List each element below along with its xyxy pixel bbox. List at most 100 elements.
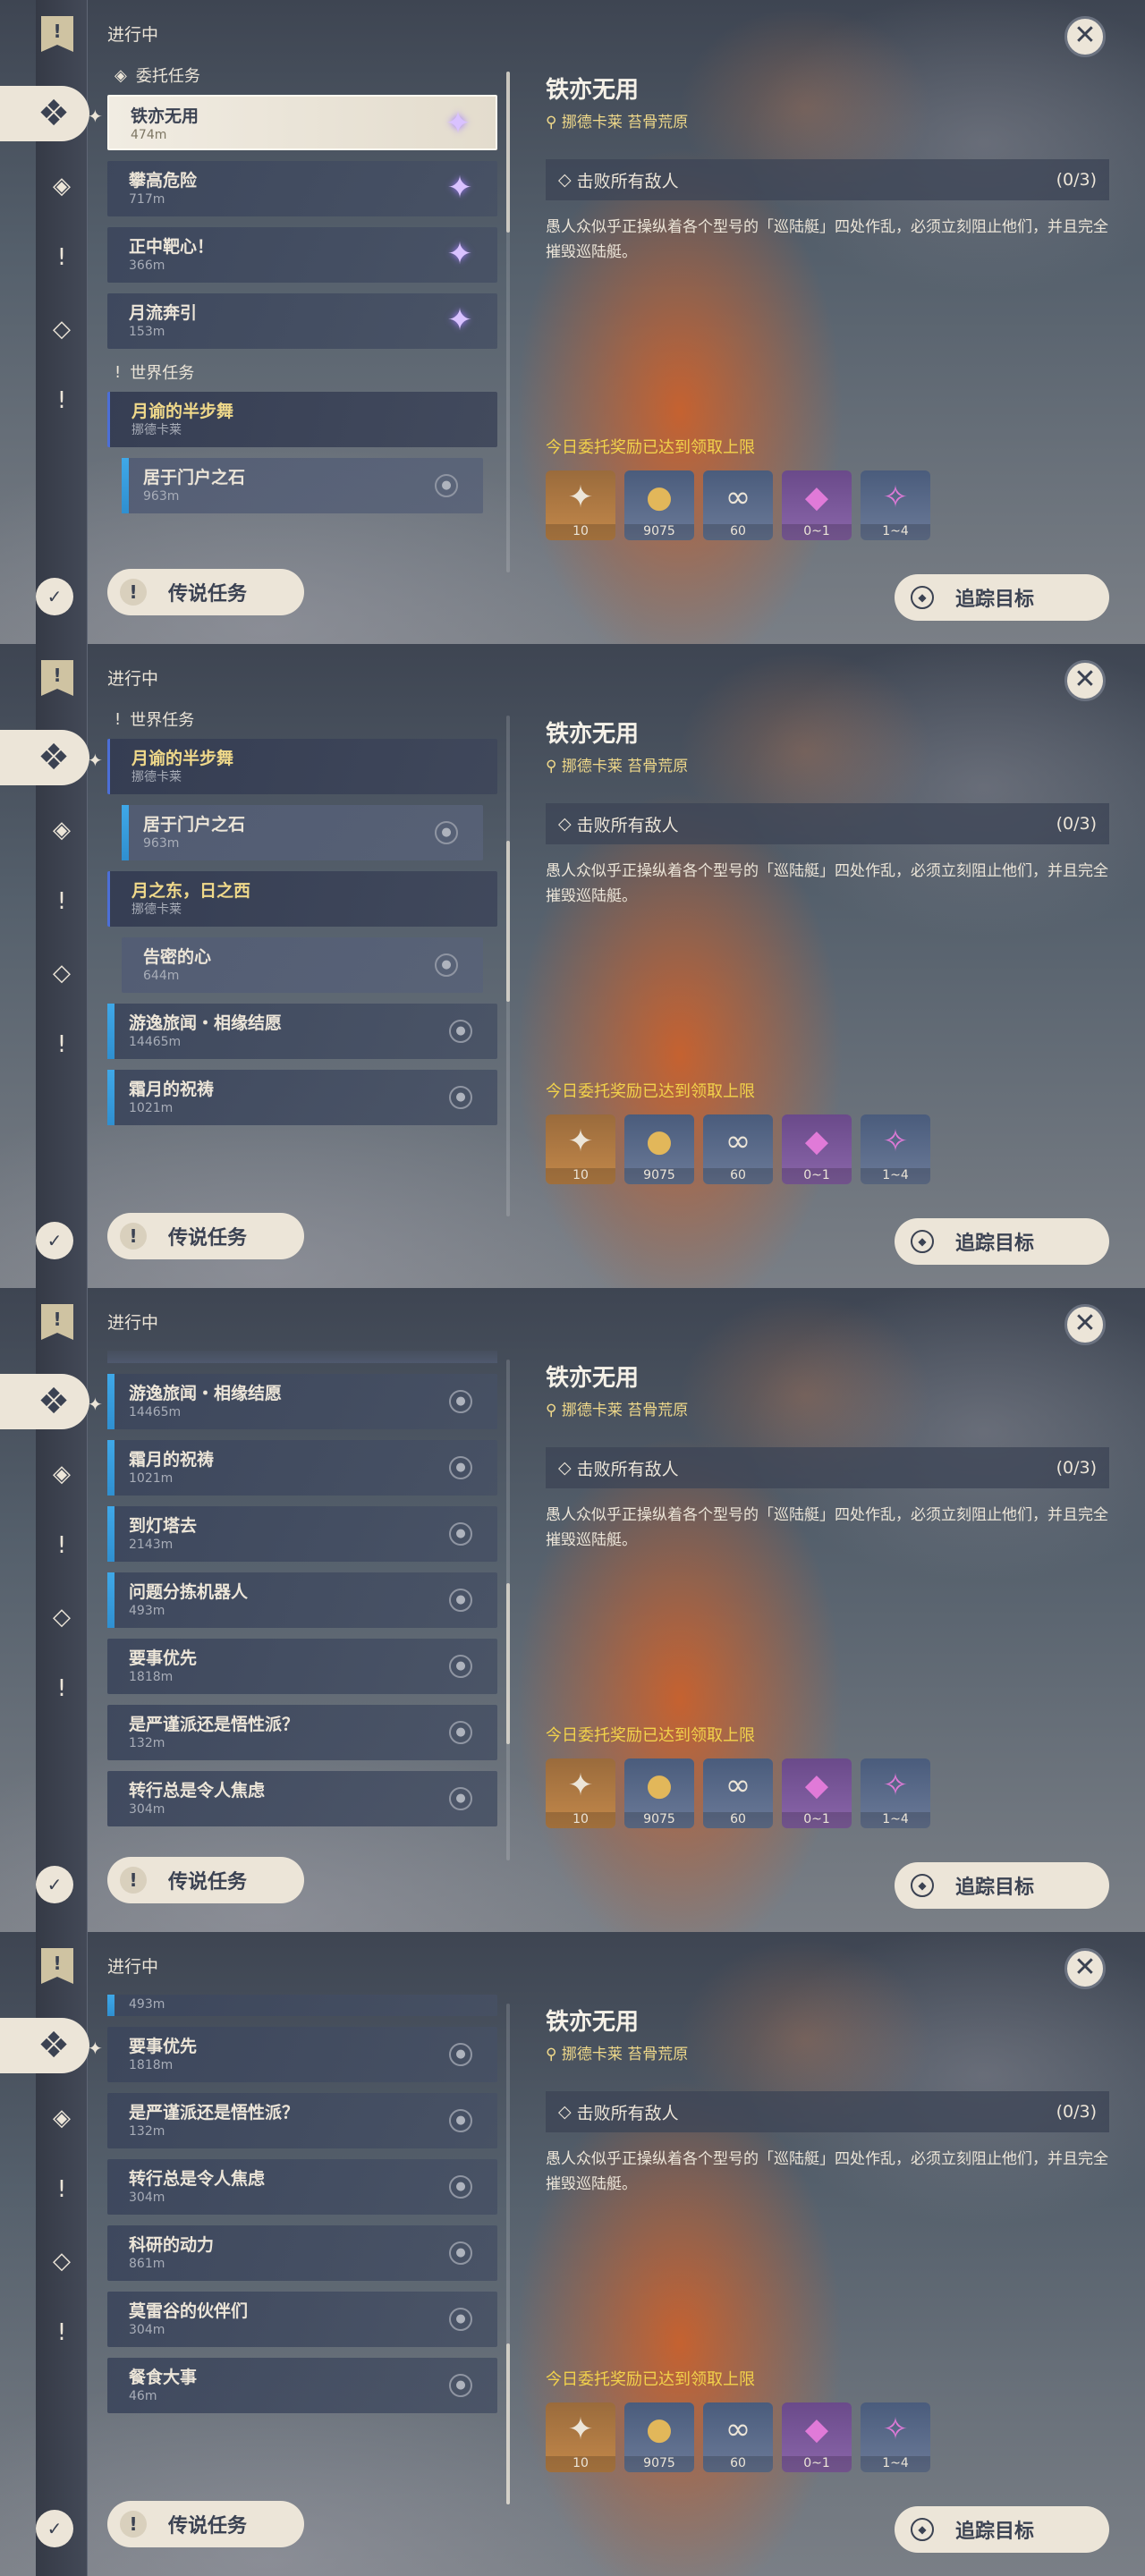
list-item[interactable]: 霜月的祝祷 1021m ● [107, 1440, 497, 1496]
list-item[interactable]: 月谕的半步舞 挪德卡莱 [107, 739, 497, 794]
reward-item[interactable]: ◆ 0~1 [782, 1114, 852, 1184]
legend-quest-button[interactable]: ! 传说任务 [107, 2501, 304, 2547]
scroll-thumb[interactable] [506, 72, 510, 233]
reward-list: ✦ 10 ● 9075 ∞ 60 ◆ 0~1 ✧ 1~4 [546, 1114, 930, 1184]
list-item[interactable]: 餐食大事 46m ● [107, 2358, 497, 2413]
list-item[interactable]: 到灯塔去 2143m ● [107, 1506, 497, 1562]
list-item[interactable]: 正中靶心！ 366m ✦ [107, 227, 497, 283]
reward-item[interactable]: ● 9075 [624, 2402, 694, 2472]
tab-story[interactable]: ◇ [42, 953, 81, 993]
tab-archon[interactable]: ◈ [42, 2098, 81, 2138]
reward-item[interactable]: ◆ 0~1 [782, 2402, 852, 2472]
reward-item[interactable]: ∞ 60 [703, 470, 773, 540]
tab-archon[interactable]: ◈ [42, 166, 81, 206]
history-button[interactable]: ✓ [36, 2510, 73, 2547]
close-button[interactable]: ✕ [1064, 1304, 1106, 1345]
quest-list[interactable]: ◈ 委托任务 铁亦无用 474m ✦ 攀高危险 717m ✦ 正中靶心！ 366m ✦ 月流奔… [107, 63, 501, 555]
scroll-thumb[interactable] [506, 841, 510, 1002]
tab-commission[interactable]: ❖ [0, 730, 89, 785]
reward-item[interactable]: ∞ 60 [703, 2402, 773, 2472]
reward-item[interactable]: ◆ 0~1 [782, 470, 852, 540]
tab-event[interactable]: ! [42, 1669, 81, 1708]
mora-icon: ● [646, 1123, 673, 1159]
tab-event[interactable]: ! [42, 2313, 81, 2352]
tab-commission[interactable]: ❖ [0, 86, 89, 141]
tab-event[interactable]: ! [42, 381, 81, 420]
tab-world[interactable]: ! [42, 882, 81, 921]
reward-list: ✦ 10 ● 9075 ∞ 60 ◆ 0~1 ✧ 1~4 [546, 2402, 930, 2472]
list-item[interactable]: 月流奔引 153m ✦ [107, 293, 497, 349]
list-item[interactable]: 493m [107, 1995, 497, 2016]
quest-title: 铁亦无用 [546, 77, 640, 104]
reward-item[interactable]: ✧ 1~4 [861, 2402, 930, 2472]
tab-event[interactable]: ! [42, 1025, 81, 1064]
list-item[interactable]: 攀高危险 717m ✦ [107, 161, 497, 216]
list-item[interactable]: 铁亦无用 474m ✦ [107, 95, 497, 150]
tab-world[interactable]: ! [42, 2170, 81, 2209]
list-item[interactable]: 游逸旅闻・相缘结愿 14465m ● [107, 1374, 497, 1429]
list-item[interactable]: 转行总是令人焦虑 304m ● [107, 2159, 497, 2215]
list-item[interactable]: 要事优先 1818m ● [107, 1639, 497, 1694]
list-item[interactable]: 居于门户之石 963m ● [122, 805, 483, 860]
list-item[interactable]: 是严谨派还是悟性派？ 132m ● [107, 2093, 497, 2148]
close-button[interactable]: ✕ [1064, 1948, 1106, 1989]
list-item[interactable]: 问题分拣机器人 493m ● [107, 1572, 497, 1628]
reward-item[interactable]: ✦ 10 [546, 470, 615, 540]
reward-item[interactable]: ✧ 1~4 [861, 1758, 930, 1828]
quest-list[interactable]: ! 世界任务 月谕的半步舞 挪德卡莱 居于门户之石 963m ● 月之东，日之西 挪德卡莱… [107, 707, 501, 1199]
reward-item[interactable]: ✧ 1~4 [861, 1114, 930, 1184]
reward-item[interactable]: ∞ 60 [703, 1758, 773, 1828]
list-item[interactable]: 科研的动力 861m ● [107, 2225, 497, 2281]
close-button[interactable]: ✕ [1064, 16, 1106, 57]
reward-item[interactable]: ◆ 0~1 [782, 1758, 852, 1828]
commission-star-icon: ✦ [446, 170, 473, 206]
track-button[interactable]: ◆ 追踪目标 [895, 1218, 1109, 1265]
list-item[interactable]: 莫雷谷的伙伴们 304m ● [107, 2292, 497, 2347]
tab-world[interactable]: ! [42, 238, 81, 277]
tab-world[interactable]: ! [42, 1526, 81, 1565]
list-item[interactable]: 霜月的祝祷 1021m ● [107, 1070, 497, 1125]
list-item[interactable]: 是严谨派还是悟性派？ 132m ● [107, 1705, 497, 1760]
spark-icon: ✦ [88, 1394, 103, 1415]
location-pin-icon: ● [449, 2374, 472, 2397]
list-item[interactable]: 月谕的半步舞 挪德卡莱 [107, 392, 497, 447]
reward-item[interactable]: ● 9075 [624, 1758, 694, 1828]
tab-archon[interactable]: ◈ [42, 1454, 81, 1494]
tab-story[interactable]: ◇ [42, 2241, 81, 2281]
history-button[interactable]: ✓ [36, 1222, 73, 1259]
reward-item[interactable]: ✦ 10 [546, 1114, 615, 1184]
track-button[interactable]: ◆ 追踪目标 [895, 2506, 1109, 2553]
tab-archon[interactable]: ◈ [42, 810, 81, 850]
tab-story[interactable]: ◇ [42, 1597, 81, 1637]
legend-quest-button[interactable]: ! 传说任务 [107, 569, 304, 615]
quest-description: 愚人众似乎正操纵着各个型号的「巡陆艇」四处作乱，必须立刻阻止他们，并且完全摧毁巡… [546, 1506, 1108, 1549]
history-button[interactable]: ✓ [36, 578, 73, 615]
list-item[interactable]: 要事优先 1818m ● [107, 2027, 497, 2082]
legend-quest-button[interactable]: ! 传说任务 [107, 1213, 304, 1259]
reward-item[interactable]: ● 9075 [624, 470, 694, 540]
close-button[interactable]: ✕ [1064, 660, 1106, 701]
list-item[interactable]: 转行总是令人焦虑 304m ● [107, 1771, 497, 1826]
tab-commission[interactable]: ❖ [0, 1374, 89, 1429]
list-item[interactable]: 告密的心 644m ● [122, 937, 483, 993]
scroll-thumb[interactable] [506, 1583, 510, 1744]
reward-item[interactable]: ✦ 10 [546, 1758, 615, 1828]
reward-item[interactable]: ∞ 60 [703, 1114, 773, 1184]
track-button[interactable]: ◆ 追踪目标 [895, 574, 1109, 621]
list-item[interactable]: 居于门户之石 963m ● [122, 458, 483, 513]
list-item[interactable]: 月之东，日之西 挪德卡莱 [107, 871, 497, 927]
tab-story[interactable]: ◇ [42, 309, 81, 349]
reward-item[interactable]: ● 9075 [624, 1114, 694, 1184]
history-button[interactable]: ✓ [36, 1866, 73, 1903]
reward-item[interactable]: ✧ 1~4 [861, 470, 930, 540]
scroll-thumb[interactable] [506, 2343, 510, 2504]
quest-list[interactable]: 493m 要事优先 1818m ● 是严谨派还是悟性派？ 132m ● 转行总是令人焦虑… [107, 1995, 501, 2487]
archon-icon: ◈ [53, 1461, 71, 1487]
reward-item[interactable]: ✦ 10 [546, 2402, 615, 2472]
track-button[interactable]: ◆ 追踪目标 [895, 1862, 1109, 1909]
quest-list[interactable]: 游逸旅闻・相缘结愿 14465m ● 霜月的祝祷 1021m ● 到灯塔去 2143m ● … [107, 1351, 501, 1843]
list-item[interactable]: 游逸旅闻・相缘结愿 14465m ● [107, 1004, 497, 1059]
archon-icon: ◈ [53, 2105, 71, 2131]
tab-commission[interactable]: ❖ [0, 2018, 89, 2073]
legend-quest-button[interactable]: ! 传说任务 [107, 1857, 304, 1903]
